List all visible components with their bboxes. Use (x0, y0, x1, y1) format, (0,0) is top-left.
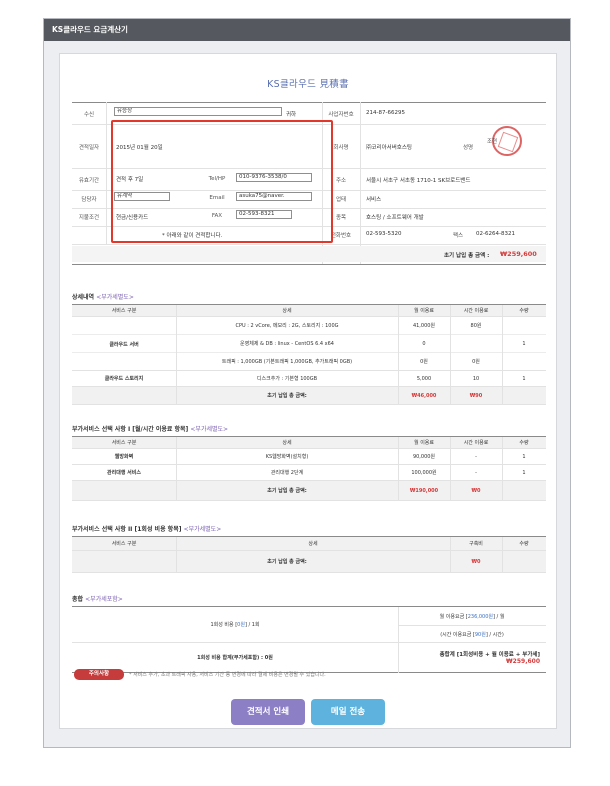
addon1-table: 서비스 구분 상세 월 이용료 시간 이용료 수량 웹방화벽 KS웹방화벽(설치… (72, 436, 546, 501)
initial-total-label: 초기 납입 총 금액 : (444, 253, 490, 259)
addon2-total-value: ₩0 (471, 558, 481, 565)
bizno-label: 사업자번호 (328, 112, 354, 118)
table-row: 웹방화벽 (114, 454, 134, 460)
details-total-hourly: ₩90 (469, 392, 483, 399)
manager-label: 담당자 (81, 197, 97, 203)
details-total-monthly: ₩46,000 (411, 392, 437, 399)
notice-text: * 서비스 추가, 초과 트래픽 사용, 서비스 기간 등 변경에 따라 결제 … (129, 672, 326, 678)
addon1-title: 부가서비스 선택 사항 I [월/시간 이용료 항목] <부가세별도> (72, 426, 229, 433)
date-label: 견적일자 (78, 145, 100, 151)
estimate-paper: KS클라우드 見積書 수신 유승상 귀하 견적일자 2015년 01월 20일 … (59, 53, 557, 729)
onetime-cost: 1회성 비용 [0원] / 1회 (210, 622, 260, 628)
table-row: 관리대행 서비스 (107, 470, 141, 476)
calculator-window: KS클라우드 요금계산기 KS클라우드 見積書 수신 유승상 귀하 견적일자 2… (43, 18, 571, 748)
representative-name: 조현 (487, 139, 498, 145)
monthly-cost: 월 이용요금 [236,000원] / 월 (439, 613, 505, 620)
phone-value: 02-593-5320 (366, 231, 402, 237)
validity-label: 유효기간 (78, 178, 100, 184)
addon2-title: 부가서비스 선택 사항 II [1회성 비용 항목] <부가세별도> (72, 526, 222, 533)
details-table: 서비스 구분 상세 월 이용료 시간 이용료 수량 CPU : 2 vCore,… (72, 304, 546, 405)
grand-total: 총합계 [1회성비용 + 월 이용료 + 부가세] ₩259,600 (439, 652, 540, 665)
storage-label: 클라우드 스토리지 (104, 376, 144, 382)
addon1-total-label: 초기 납입 총 금액: (267, 488, 307, 494)
address-value: 서울시 서초구 서초동 1710-1 SK브로드밴드 (366, 178, 471, 184)
addon2-total-label: 초기 납입 총 금액: (267, 559, 307, 565)
payment-label: 지불조건 (78, 215, 100, 221)
hourly-cost: (시간 이용요금 [90원] / 시간) (440, 631, 504, 638)
supplier-fax-value: 02-6264-8321 (476, 231, 515, 237)
initial-total-value: ₩259,600 (500, 250, 537, 258)
onetime-total: 1회성 비용 합계(부가세포함) : 0원 (197, 655, 273, 661)
document-title: KS클라우드 見積書 (267, 79, 349, 90)
business-value: 서비스 (366, 197, 382, 203)
addon1-total-monthly: ₩190,000 (409, 487, 439, 494)
summary-table: 1회성 비용 [0원] / 1회 월 이용요금 [236,000원] / 월 (… (72, 606, 546, 673)
table-row: 운영체제 & DB : linux - CentOS 6.4 x64 (240, 341, 334, 347)
honorific: 귀하 (286, 112, 297, 118)
print-estimate-button[interactable]: 견적서 인쇄 (231, 699, 305, 725)
window-title: KS클라우드 요금계산기 (44, 19, 570, 41)
cloud-server-label: 클라우드 서버 (109, 341, 139, 348)
addon2-table: 서비스 구분 상세 구축비 수량 초기 납입 총 금액: ₩0 (72, 536, 546, 573)
table-row: CPU : 2 vCore, 메모리 : 2G, 스토리지 : 100G (235, 323, 339, 329)
name-label: 성명 (462, 145, 474, 151)
supplier-fax-label: 팩스 (452, 233, 464, 239)
summary-title: 총합 <부가세포함> (72, 596, 123, 603)
send-mail-button[interactable]: 메일 전송 (311, 699, 385, 725)
details-total-label: 초기 납입 총 금액: (267, 393, 307, 399)
bizno-value: 214-87-66295 (366, 110, 405, 116)
details-title: 상세내역 <부가세별도> (72, 294, 134, 301)
addon1-total-hourly: ₩0 (471, 487, 481, 494)
recipient-label: 수신 (83, 112, 95, 118)
company-value: ㈜코리아서버호스팅 (366, 145, 412, 151)
highlight-box (111, 120, 333, 243)
item-value: 호스팅 / 소프트웨어 개발 (366, 215, 424, 221)
table-row: 트래픽 : 1,000GB (기본트래픽 1,000GB, 추가트래픽 0GB) (221, 359, 353, 365)
recipient-input[interactable]: 유승상 (114, 107, 282, 116)
notice-badge: 주의사항 (74, 669, 124, 680)
